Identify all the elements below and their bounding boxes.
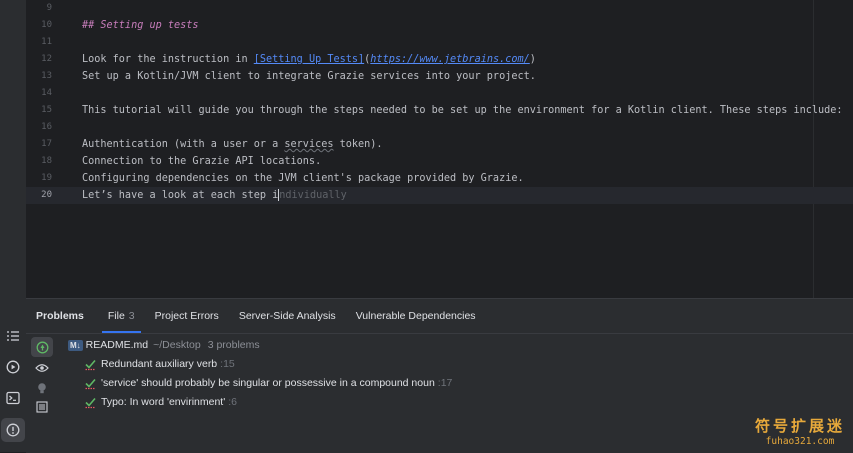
problem-item[interactable]: 'service' should probably be singular or… xyxy=(66,374,846,393)
line-text: Look for the instruction in [Setting Up … xyxy=(82,51,536,68)
code-line[interactable]: 9 xyxy=(26,0,853,17)
problem-text: 'service' should probably be singular or… xyxy=(101,377,435,389)
line-number: 10 xyxy=(41,20,52,30)
problems-title: Problems xyxy=(36,310,84,322)
grazie-icon[interactable] xyxy=(31,337,53,357)
code-line[interactable]: 15 This tutorial will guide you through t… xyxy=(26,102,853,119)
text-segment: Look for the instruction in xyxy=(82,54,254,65)
text-segment: Authentication (with a user or a xyxy=(82,139,285,150)
tab-vulnerable-dependencies[interactable]: Vulnerable Dependencies xyxy=(346,299,486,333)
line-number: 17 xyxy=(41,139,52,149)
code-line[interactable]: 17 Authentication (with a user or a servi… xyxy=(26,136,853,153)
watermark: 符号扩展迷 fuhao321.com xyxy=(755,415,845,447)
preview-icon[interactable] xyxy=(31,397,53,417)
text-segment: token). xyxy=(333,139,383,150)
line-text: Authentication (with a user or a service… xyxy=(82,136,383,153)
code-line[interactable]: 20 Let’s have a look at each step individ… xyxy=(26,187,853,204)
text-segment: Let’s have a look at each step i xyxy=(82,190,279,201)
problems-tree: M↓ README.md ~/Desktop 3 problems Redund… xyxy=(66,336,846,412)
code-line[interactable]: 13 Set up a Kotlin/JVM client to integrat… xyxy=(26,68,853,85)
problem-line-ref: :17 xyxy=(437,377,453,389)
tabs-divider xyxy=(26,333,853,334)
line-number: 19 xyxy=(41,173,52,183)
tab-project-errors[interactable]: Project Errors xyxy=(145,299,229,333)
code-line[interactable]: 16 xyxy=(26,119,853,136)
text-segment: ## Setting up tests xyxy=(82,20,199,31)
tab-label: File xyxy=(107,310,125,322)
line-text: ## Setting up tests xyxy=(82,17,199,34)
line-text: Connection to the Grazie API locations. xyxy=(82,153,321,170)
line-number: 16 xyxy=(41,122,52,132)
problem-line-ref: :6 xyxy=(228,396,237,408)
watermark-title: 符号扩展迷 xyxy=(754,417,845,435)
inline-completion-hint: ndividually xyxy=(279,190,347,201)
tab-count: 3 xyxy=(128,310,135,322)
line-number: 13 xyxy=(41,71,52,81)
markdown-link[interactable]: https://www.jetbrains.com/ xyxy=(370,54,529,65)
grammar-check-icon xyxy=(85,378,96,390)
line-text: Set up a Kotlin/JVM client to integrate … xyxy=(82,68,536,85)
line-number: 15 xyxy=(41,105,52,115)
text-segment: This tutorial will guide you through the… xyxy=(82,105,843,116)
code-line[interactable]: 14 xyxy=(26,85,853,102)
markdown-link[interactable]: [Setting Up Tests] xyxy=(254,54,364,65)
problem-item[interactable]: Typo: In word 'envirinment':6 xyxy=(66,393,846,412)
editor[interactable]: 9 10 ## Setting up tests 11 12 Look for the i… xyxy=(26,0,853,298)
text-segment: Configuring dependencies on the JVM clie… xyxy=(82,173,524,184)
tab-server-side-analysis[interactable]: Server-Side Analysis xyxy=(229,299,346,333)
code-line[interactable]: 12 Look for the instruction in [Setting U… xyxy=(26,51,853,68)
line-number: 11 xyxy=(41,37,52,47)
code-line[interactable]: 10 ## Setting up tests xyxy=(26,17,853,34)
text-segment: Connection to the Grazie API locations. xyxy=(82,156,322,167)
markdown-file-icon: M↓ xyxy=(68,340,83,351)
line-text: Let’s have a look at each step individua… xyxy=(82,187,347,204)
structure-icon[interactable] xyxy=(1,324,25,348)
problems-side-toolbar xyxy=(26,335,56,453)
run-services-icon[interactable] xyxy=(1,355,25,379)
grammar-check-icon xyxy=(85,359,96,371)
code-line[interactable]: 11 xyxy=(26,34,853,51)
line-number: 9 xyxy=(46,3,52,13)
problems-panel: Problems File 3 Project Errors Server-Sid… xyxy=(26,298,853,453)
line-number: 14 xyxy=(41,88,52,98)
problems-tool-icon[interactable] xyxy=(1,418,25,442)
problem-text: Redundant auxiliary verb xyxy=(101,358,218,370)
file-node[interactable]: M↓ README.md ~/Desktop 3 problems xyxy=(66,336,846,355)
grammar-check-icon xyxy=(85,397,96,409)
problem-count: 3 problems xyxy=(207,339,260,351)
lightbulb-icon[interactable] xyxy=(31,378,53,398)
file-path: ~/Desktop xyxy=(153,339,201,351)
code-line[interactable]: 18 Connection to the Grazie API locations… xyxy=(26,153,853,170)
problem-item[interactable]: Redundant auxiliary verb:15 xyxy=(66,355,846,374)
text-segment: Set up a Kotlin/JVM client to integrate … xyxy=(82,71,536,82)
line-number: 18 xyxy=(41,156,52,166)
eye-icon[interactable] xyxy=(31,358,53,378)
file-name: README.md xyxy=(85,339,149,351)
tool-window-strip xyxy=(0,0,27,452)
text-segment: ) xyxy=(529,54,536,65)
line-number: 12 xyxy=(41,54,52,64)
line-number: 20 xyxy=(41,190,52,200)
code-line[interactable]: 19 Configuring dependencies on the JVM cl… xyxy=(26,170,853,187)
line-text: This tutorial will guide you through the… xyxy=(82,102,843,119)
line-text: Configuring dependencies on the JVM clie… xyxy=(82,170,524,187)
text-segment: services xyxy=(284,139,334,150)
problem-line-ref: :15 xyxy=(220,358,235,370)
problems-tabs: Problems File 3 Project Errors Server-Sid… xyxy=(26,299,853,333)
tab-file[interactable]: File 3 xyxy=(98,299,145,333)
problem-text: Typo: In word 'envirinment' xyxy=(101,396,226,408)
terminal-icon[interactable] xyxy=(1,386,25,410)
watermark-url: fuhao321.com xyxy=(765,436,835,447)
